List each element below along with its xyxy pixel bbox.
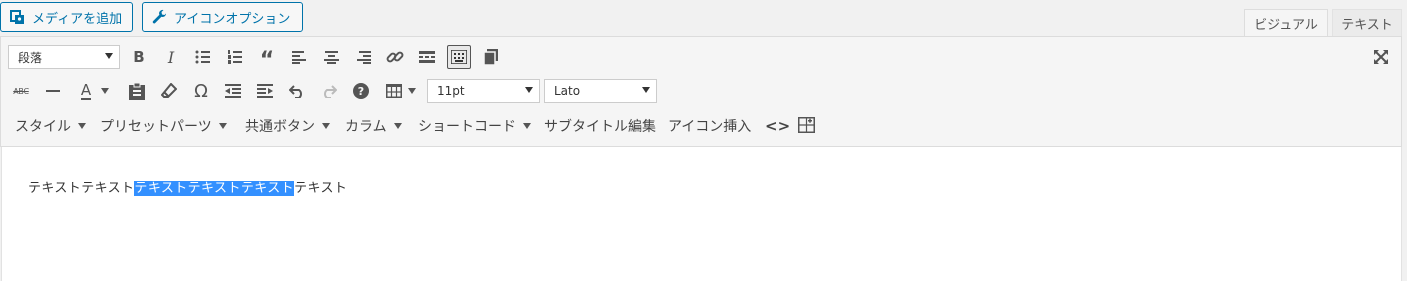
align-center-icon xyxy=(323,50,339,64)
chevron-down-icon xyxy=(78,123,86,129)
read-more-icon xyxy=(419,51,435,63)
link-button[interactable] xyxy=(383,45,407,69)
bullet-list-icon xyxy=(195,50,210,64)
outdent-button[interactable] xyxy=(221,79,245,103)
shortcode-menu-label: ショートコード xyxy=(418,119,516,135)
preset-parts-label: プリセットパーツ xyxy=(100,119,212,135)
chevron-down-icon xyxy=(218,123,227,129)
chevron-down-icon xyxy=(523,123,531,129)
align-left-icon xyxy=(291,50,306,64)
numbered-list-icon xyxy=(228,50,242,64)
align-left-button[interactable] xyxy=(287,45,311,69)
chevron-down-icon xyxy=(408,88,416,94)
format-select[interactable]: 段落 xyxy=(8,45,120,69)
chevron-down-icon xyxy=(642,87,650,93)
text-color-button[interactable]: A xyxy=(73,79,117,103)
table-insert-button[interactable] xyxy=(794,113,818,137)
preset-parts-menu[interactable]: プリセットパーツ xyxy=(100,115,227,137)
horizontal-line-icon xyxy=(46,90,60,92)
clipboard-icon xyxy=(129,82,145,100)
media-icon xyxy=(9,8,27,26)
align-right-button[interactable] xyxy=(351,45,375,69)
table-icon xyxy=(386,84,402,98)
bullet-list-button[interactable] xyxy=(191,45,215,69)
chevron-down-icon xyxy=(393,123,402,129)
toolbar-toggle-button[interactable] xyxy=(447,45,471,69)
style-menu[interactable]: スタイル xyxy=(15,115,86,137)
strikethrough-button[interactable]: ABC xyxy=(9,79,33,103)
chevron-down-icon xyxy=(322,123,330,129)
chevron-down-icon xyxy=(525,87,533,93)
format-select-value: 段落 xyxy=(18,50,43,65)
read-more-button[interactable] xyxy=(415,45,439,69)
paste-text-button[interactable] xyxy=(125,79,149,103)
icon-option-button[interactable]: アイコンオプション xyxy=(142,2,303,32)
link-icon xyxy=(386,51,404,63)
chevron-down-icon xyxy=(101,88,110,94)
align-center-button[interactable] xyxy=(319,45,343,69)
chevron-down-icon xyxy=(105,53,113,59)
horizontal-line-button[interactable] xyxy=(41,79,65,103)
add-media-label: メディアを追加 xyxy=(32,11,123,27)
editor-content-area[interactable]: テキストテキストテキストテキストテキストテキスト xyxy=(1,147,1402,281)
copy-icon xyxy=(484,49,498,65)
font-family-select[interactable]: Lato xyxy=(544,79,657,103)
font-size-select[interactable]: 11pt xyxy=(427,79,540,103)
wrench-icon xyxy=(151,8,169,26)
copy-button[interactable] xyxy=(479,45,503,69)
indent-button[interactable] xyxy=(253,79,277,103)
bold-button[interactable]: B xyxy=(127,45,151,69)
text-after-selection: テキスト xyxy=(294,181,348,196)
table-plus-icon xyxy=(797,117,815,133)
selected-text: テキストテキストテキスト xyxy=(134,181,295,196)
help-button[interactable]: ? xyxy=(349,79,373,103)
redo-icon xyxy=(324,85,337,98)
font-size-value: 11pt xyxy=(437,84,465,98)
redo-button[interactable] xyxy=(317,79,341,103)
undo-button[interactable] xyxy=(285,79,309,103)
subtitle-edit-button[interactable]: サブタイトル編集 xyxy=(544,115,656,137)
common-button-label: 共通ボタン xyxy=(245,119,315,135)
align-right-icon xyxy=(356,50,371,64)
special-character-button[interactable]: Ω xyxy=(189,79,213,103)
clear-formatting-button[interactable] xyxy=(157,79,181,103)
undo-icon xyxy=(289,85,302,98)
italic-button[interactable]: I xyxy=(159,45,183,69)
media-bar: メディアを追加 アイコンオプション ビジュアル テキスト xyxy=(0,0,1407,37)
tab-visual[interactable]: ビジュアル xyxy=(1244,9,1328,37)
numbered-list-button[interactable] xyxy=(223,45,247,69)
code-button[interactable]: <> xyxy=(765,115,790,137)
text-color-icon: A xyxy=(80,81,92,100)
column-menu[interactable]: カラム xyxy=(345,115,402,137)
font-family-value: Lato xyxy=(554,84,581,98)
eraser-icon xyxy=(161,83,177,98)
help-icon: ? xyxy=(353,83,369,99)
common-button-menu[interactable]: 共通ボタン xyxy=(245,115,330,137)
style-menu-label: スタイル xyxy=(15,119,71,135)
shortcode-menu[interactable]: ショートコード xyxy=(418,115,531,137)
text-before-selection: テキストテキスト xyxy=(28,181,135,196)
keyboard-icon xyxy=(451,50,467,64)
add-media-button[interactable]: メディアを追加 xyxy=(0,2,133,32)
tab-text[interactable]: テキスト xyxy=(1332,9,1402,37)
icon-option-label: アイコンオプション xyxy=(174,11,291,27)
blockquote-icon: “ xyxy=(259,48,275,73)
icon-insert-button[interactable]: アイコン挿入 xyxy=(668,115,751,137)
table-button[interactable] xyxy=(381,79,421,103)
blockquote-button[interactable]: “ xyxy=(255,45,279,73)
column-menu-label: カラム xyxy=(345,119,387,135)
indent-icon xyxy=(257,84,273,98)
outdent-icon xyxy=(225,84,241,98)
fullscreen-button[interactable] xyxy=(1369,45,1393,69)
fullscreen-icon xyxy=(1374,50,1388,64)
editor-toolbar: 段落 B I “ ABC A Ω ? 11pt Lato スタイル プリセットパ… xyxy=(0,36,1402,147)
editor-paragraph[interactable]: テキストテキストテキストテキストテキストテキスト xyxy=(28,177,347,196)
